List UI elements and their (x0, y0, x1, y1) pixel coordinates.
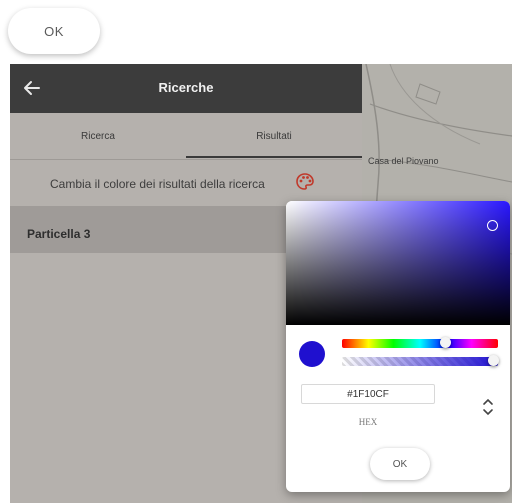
color-preview-swatch (299, 341, 325, 367)
map-place-label: Casa del Piovano (368, 156, 439, 166)
hex-input[interactable]: #1F10CF (301, 384, 435, 404)
hue-slider-handle[interactable] (440, 337, 451, 348)
saturation-value-area[interactable] (286, 201, 510, 325)
tab-bar: Ricerca Risultati (10, 113, 362, 159)
change-color-row: Cambia il colore dei risultati della ric… (10, 170, 362, 196)
divider (10, 159, 362, 160)
page-title: Ricerche (158, 80, 214, 95)
app-bar: Ricerche (10, 64, 362, 113)
ok-button[interactable]: OK (8, 8, 100, 54)
picker-ok-button[interactable]: OK (370, 448, 430, 480)
hue-slider[interactable] (342, 339, 498, 348)
alpha-slider[interactable] (342, 357, 498, 366)
palette-icon[interactable] (295, 172, 315, 192)
hex-mode-label: HEX (358, 417, 378, 427)
result-label: Particella 3 (27, 227, 91, 241)
saturation-handle[interactable] (487, 220, 498, 231)
chevron-up-down-icon[interactable] (482, 396, 494, 418)
change-color-label: Cambia il colore dei risultati della ric… (50, 177, 265, 191)
tab-ricerca[interactable]: Ricerca (10, 113, 186, 159)
alpha-slider-handle[interactable] (488, 355, 499, 366)
active-tab-indicator (186, 156, 362, 158)
tab-risultati[interactable]: Risultati (186, 113, 362, 159)
color-picker-dialog: #1F10CF HEX OK (286, 201, 510, 492)
